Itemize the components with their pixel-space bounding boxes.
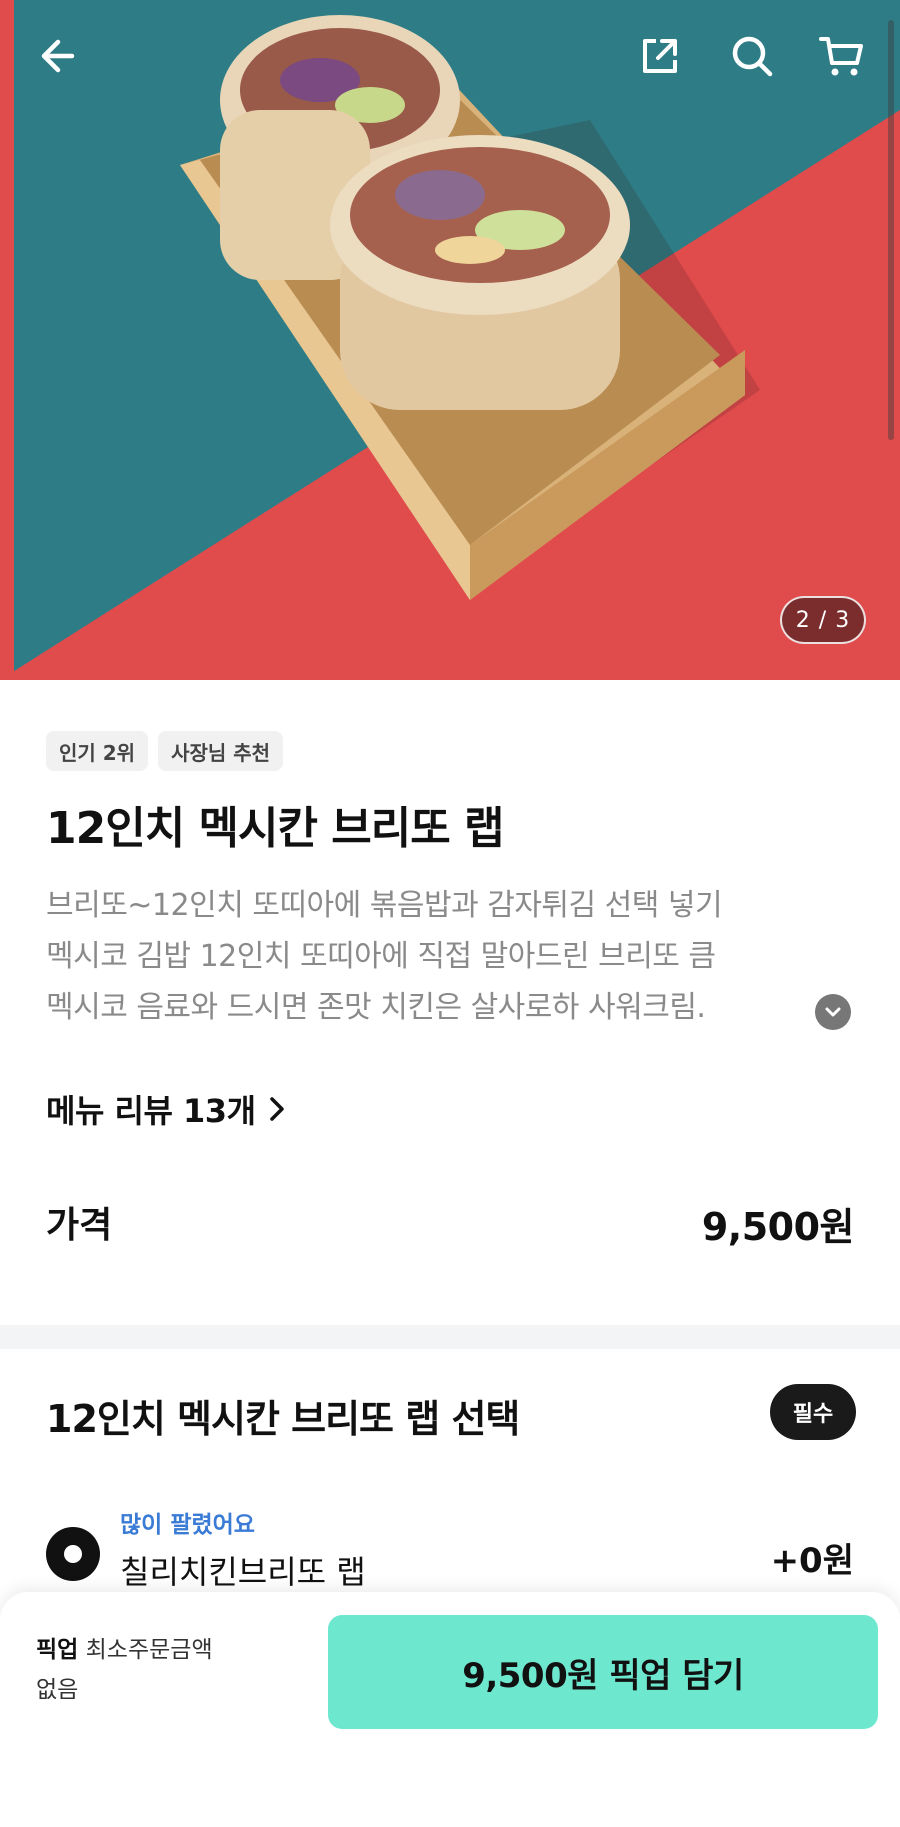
section-divider — [0, 1325, 900, 1349]
add-to-pickup-button[interactable]: 9,500원 픽업 담기 — [328, 1615, 878, 1729]
min-order-value: 없음 — [36, 1677, 79, 1703]
pickup-label: 픽업 — [36, 1637, 79, 1663]
popular-rank-badge: 인기 2위 — [46, 731, 149, 771]
price-label: 가격 — [46, 1205, 113, 1246]
menu-description: 브리또~12인치 또띠아에 볶음밥과 감자튀김 선택 넣기 멕시코 김밥 12인… — [46, 880, 836, 1033]
share-icon[interactable] — [634, 30, 686, 82]
min-order-label: 최소주문금액 — [85, 1637, 213, 1663]
cart-icon[interactable] — [816, 30, 868, 82]
option-name: 칠리치킨브리또 랩 — [120, 1553, 366, 1591]
option-popular-tag: 많이 팔렸어요 — [120, 1512, 255, 1538]
menu-title: 12인치 멕시칸 브리또 랩 — [46, 803, 505, 854]
bottom-order-bar: 픽업 최소주문금액 없음 9,500원 픽업 담기 — [0, 1592, 900, 1827]
chevron-down-icon — [825, 1007, 841, 1017]
menu-badges: 인기 2위 사장님 추천 — [46, 731, 284, 771]
required-badge: 필수 — [770, 1384, 856, 1440]
back-arrow-icon[interactable] — [30, 30, 82, 82]
price-value: 9,500원 — [701, 1205, 855, 1249]
option-price: +0원 — [770, 1541, 854, 1581]
review-link-label: 메뉴 리뷰 13개 — [46, 1092, 256, 1130]
scrollbar[interactable] — [888, 20, 894, 440]
search-icon[interactable] — [726, 30, 778, 82]
expand-description-button[interactable] — [815, 994, 851, 1030]
image-counter-badge: 2 / 3 — [780, 596, 866, 644]
description-line: 멕시코 김밥 12인치 또띠아에 직접 말아드린 브리또 큼 — [46, 939, 716, 974]
radio-button-selected[interactable] — [46, 1527, 100, 1581]
chevron-right-icon — [269, 1097, 284, 1121]
menu-review-link[interactable]: 메뉴 리뷰 13개 — [46, 1086, 286, 1132]
pickup-min-order-info: 픽업 최소주문금액 없음 — [36, 1630, 276, 1710]
description-line: 브리또~12인치 또띠아에 볶음밥과 감자튀김 선택 넣기 — [46, 888, 723, 923]
product-image-carousel[interactable]: 2 / 3 — [0, 0, 900, 680]
option-item[interactable]: 많이 팔렸어요 칠리치킨브리또 랩 +0원 — [46, 1505, 854, 1595]
option-group-title: 12인치 멕시칸 브리또 랩 선택 — [46, 1397, 520, 1441]
owner-recommend-badge: 사장님 추천 — [158, 731, 284, 771]
